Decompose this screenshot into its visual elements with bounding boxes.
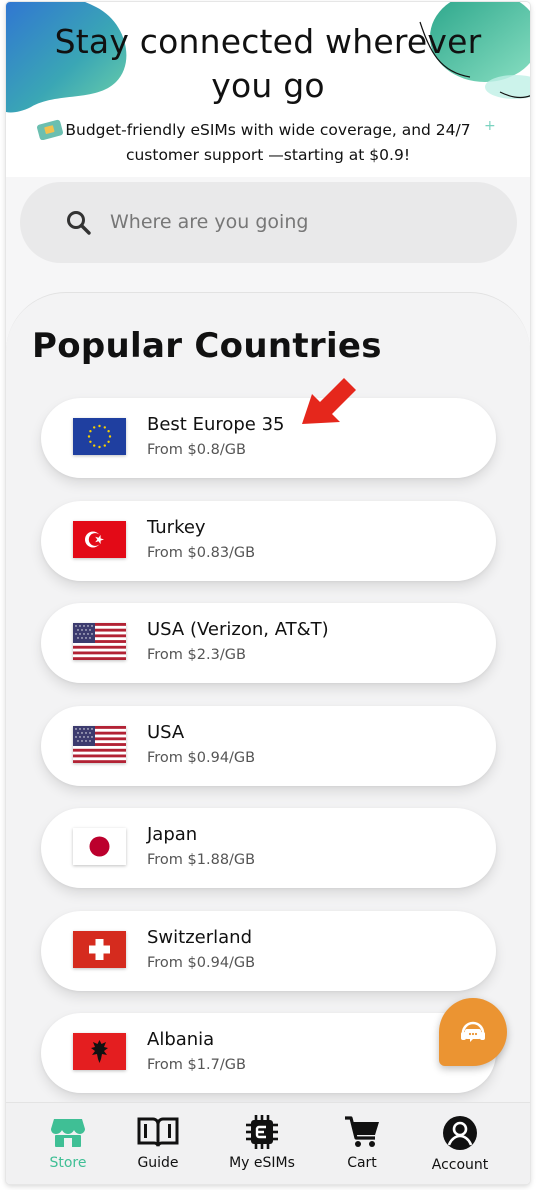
support-chat-button[interactable] — [439, 998, 507, 1066]
usa-flag-icon — [73, 623, 126, 660]
search-icon — [67, 211, 91, 235]
nav-label: Account — [431, 1157, 489, 1173]
nav-label: Store — [49, 1155, 87, 1171]
bottom-navigation: Store Guide My eSIMs Cart Account — [6, 1102, 530, 1184]
country-card-turkey[interactable]: Turkey From $0.83/GB — [41, 501, 496, 581]
country-price: From $0.8/GB — [147, 442, 246, 458]
country-name: Best Europe 35 — [147, 414, 285, 435]
country-price: From $0.94/GB — [147, 955, 256, 971]
headset-chat-icon — [461, 1021, 485, 1042]
section-title: Popular Countries — [32, 326, 382, 366]
nav-item-my-esims[interactable]: My eSIMs — [214, 1115, 310, 1171]
nav-item-account[interactable]: Account — [412, 1115, 508, 1173]
hero-subtitle: Budget-friendly eSIMs with wide coverage… — [65, 121, 471, 164]
account-icon — [443, 1116, 477, 1150]
country-name: USA — [147, 722, 185, 743]
country-card-usa-verizon-att[interactable]: USA (Verizon, AT&T) From $2.3/GB — [41, 603, 496, 683]
country-name: USA (Verizon, AT&T) — [147, 619, 329, 640]
country-price: From $2.3/GB — [147, 647, 246, 663]
country-card-switzerland[interactable]: Switzerland From $0.94/GB — [41, 911, 496, 991]
book-icon — [137, 1117, 179, 1147]
japan-flag-icon — [73, 828, 126, 865]
country-name: Albania — [147, 1029, 215, 1050]
nav-label: Cart — [347, 1155, 377, 1171]
country-card-japan[interactable]: Japan From $1.88/GB — [41, 808, 496, 888]
country-price: From $1.88/GB — [147, 852, 256, 868]
search-bar[interactable] — [20, 182, 517, 263]
chip-icon — [246, 1115, 278, 1149]
country-price: From $1.7/GB — [147, 1057, 246, 1073]
country-price: From $0.94/GB — [147, 750, 256, 766]
nav-label: My eSIMs — [229, 1155, 295, 1171]
nav-item-cart[interactable]: Cart — [314, 1115, 410, 1171]
turkey-flag-icon — [73, 521, 126, 558]
annotation-arrow-icon — [302, 378, 356, 424]
albania-flag-icon — [73, 1033, 126, 1070]
country-price: From $0.83/GB — [147, 545, 256, 561]
country-card-albania[interactable]: Albania From $1.7/GB — [41, 1013, 496, 1093]
country-card-best-europe-35[interactable]: Best Europe 35 From $0.8/GB — [41, 398, 496, 478]
switzerland-flag-icon — [73, 931, 126, 968]
cart-icon — [345, 1116, 379, 1147]
nav-item-guide[interactable]: Guide — [110, 1115, 206, 1171]
country-name: Switzerland — [147, 927, 252, 948]
search-input[interactable] — [110, 202, 450, 242]
usa-flag-icon — [73, 726, 126, 763]
hero-banner: Stay connected wherever you go Budget-fr… — [6, 2, 530, 177]
country-name: Turkey — [147, 517, 206, 538]
nav-label: Guide — [137, 1155, 179, 1171]
store-icon — [51, 1119, 85, 1147]
country-name: Japan — [147, 824, 198, 845]
sparkle-icon: + — [484, 118, 496, 134]
nav-item-store[interactable]: Store — [20, 1115, 116, 1171]
hero-title: Stay connected wherever you go — [54, 22, 482, 105]
country-card-usa[interactable]: USA From $0.94/GB — [41, 706, 496, 786]
eu-flag-icon — [73, 418, 126, 455]
app-screen: Stay connected wherever you go Budget-fr… — [6, 2, 530, 1184]
